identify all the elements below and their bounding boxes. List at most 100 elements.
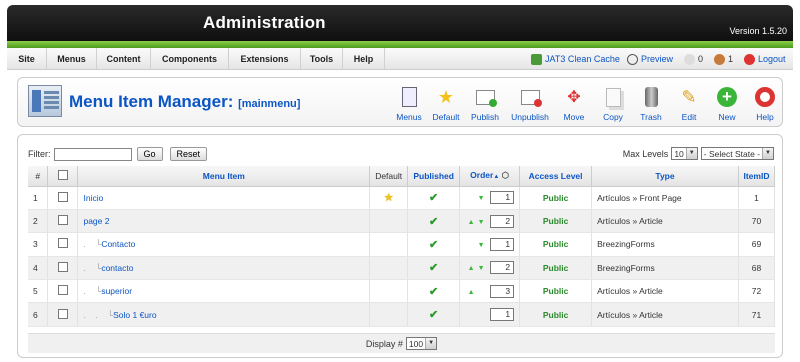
col-order[interactable]: Order▲ ⬡ [459,166,521,187]
unpublish-button[interactable]: Unpublish [510,83,550,123]
published-toggle[interactable]: ✔ [407,279,461,304]
table-row: 6 . . └Solo 1 €uro ✔ 1 Public Artículos … [28,302,776,327]
default-cell [369,209,409,234]
published-toggle[interactable]: ✔ [407,302,461,327]
row-checkbox[interactable] [47,209,79,234]
menu-items-table: # Menu Item Default Published Order▲ ⬡ A… [28,166,776,327]
new-button[interactable]: + New [707,83,747,123]
menu-menus[interactable]: Menus [47,48,97,70]
content-panel: Filter: Go Reset Max Levels 10 ▼ - Selec… [17,134,783,358]
row-checkbox[interactable] [47,279,79,304]
state-select[interactable]: - Select State - ▼ [700,147,774,160]
move-down-icon[interactable]: ▼ [476,195,486,202]
move-down-icon[interactable]: ▼ [476,219,486,226]
logout-link[interactable]: Logout [744,48,786,70]
col-itemid[interactable]: ItemID [738,166,776,187]
access-level-link[interactable]: Public [519,232,593,257]
tree-indent: . └ [83,262,102,273]
move-up-icon[interactable]: ▲ [466,289,476,296]
help-button[interactable]: Help [745,83,785,123]
move-down-icon[interactable]: ▼ [476,242,486,249]
menu-item-link[interactable]: contacto [101,263,133,273]
trash-button[interactable]: Trash [631,83,671,123]
save-order-icon[interactable]: ⬡ [502,170,509,180]
order-input[interactable]: 2 [490,261,515,275]
col-published[interactable]: Published [407,166,461,187]
users-count[interactable]: 1 [714,48,733,70]
access-level-link[interactable]: Public [519,256,593,281]
default-button[interactable]: ★ Default [426,83,466,123]
menu-item-link[interactable]: Solo 1 €uro [113,310,156,320]
menu-content[interactable]: Content [97,48,151,70]
new-label: New [718,112,736,122]
menu-site[interactable]: Site [7,48,47,70]
order-input[interactable]: 2 [490,214,515,228]
order-input[interactable]: 1 [490,191,515,205]
move-button[interactable]: ✥ Move [554,83,594,123]
col-menu-item[interactable]: Menu Item [77,166,371,187]
access-level-link[interactable]: Public [519,186,593,210]
preview-link[interactable]: Preview [627,48,673,70]
menu-components[interactable]: Components [151,48,229,70]
menu-help[interactable]: Help [343,48,385,70]
published-toggle[interactable]: ✔ [407,256,461,281]
select-all-checkbox[interactable] [47,166,79,187]
lifebuoy-icon [753,85,777,109]
itemid-cell: 69 [738,232,776,257]
tree-indent: . └ [83,239,102,250]
menu-item-cell: . └Contacto [77,232,371,257]
menu-item-link[interactable]: page 2 [83,216,109,226]
order-input[interactable]: 3 [490,284,515,298]
menu-extensions[interactable]: Extensions [229,48,301,70]
itemid-cell: 72 [738,279,776,304]
menus-button[interactable]: Menus [389,83,429,123]
filter-bar: Filter: Go Reset [28,147,208,161]
col-type[interactable]: Type [591,166,739,187]
move-up-icon[interactable]: ▲ [466,265,476,272]
row-number: 2 [28,209,49,234]
type-cell: BreezingForms [591,232,739,257]
publish-icon [473,85,497,109]
itemid-cell: 71 [738,302,776,327]
order-input[interactable]: 1 [490,308,515,322]
access-level-link[interactable]: Public [519,209,593,234]
state-value: - Select State - [703,148,760,159]
chevron-down-icon: ▼ [762,148,773,159]
checkmark-icon: ✔ [429,238,439,251]
published-toggle[interactable]: ✔ [407,209,461,234]
publish-button[interactable]: Publish [465,83,505,123]
col-default: Default [369,166,409,187]
move-down-icon[interactable]: ▼ [476,265,486,272]
reset-button[interactable]: Reset [169,147,208,161]
row-checkbox[interactable] [47,256,79,281]
page-subtitle: [mainmenu] [238,98,301,110]
copy-button[interactable]: Copy [593,83,633,123]
messages-count[interactable]: 0 [684,48,703,70]
table-row: 1 Inicio ★ ✔ ▼ 1 Public Artículos » Front… [28,186,776,210]
access-level-link[interactable]: Public [519,302,593,327]
col-access-level[interactable]: Access Level [519,166,593,187]
menu-item-cell: Inicio [77,186,371,210]
go-button[interactable]: Go [136,147,163,161]
move-up-icon[interactable]: ▲ [466,219,476,226]
unpublish-icon [518,85,542,109]
menu-item-link[interactable]: Inicio [83,193,103,203]
row-checkbox[interactable] [47,302,79,327]
clean-cache-link[interactable]: JAT3 Clean Cache [531,48,620,70]
users-value: 1 [728,54,734,64]
edit-button[interactable]: ✎ Edit [669,83,709,123]
menu-tools[interactable]: Tools [301,48,343,70]
filter-input[interactable] [53,147,132,161]
order-input[interactable]: 1 [490,237,515,251]
published-toggle[interactable]: ✔ [407,186,461,210]
row-checkbox[interactable] [47,186,79,210]
menu-item-link[interactable]: Contacto [101,239,135,249]
access-level-link[interactable]: Public [519,279,593,304]
menu-item-link[interactable]: superior [101,286,132,296]
published-toggle[interactable]: ✔ [407,232,461,257]
trash-icon [639,85,663,109]
max-levels-select[interactable]: 10 ▼ [671,147,698,160]
display-count-select[interactable]: 100 ▼ [405,337,438,350]
row-checkbox[interactable] [47,232,79,257]
tree-indent: . └ [83,286,102,297]
